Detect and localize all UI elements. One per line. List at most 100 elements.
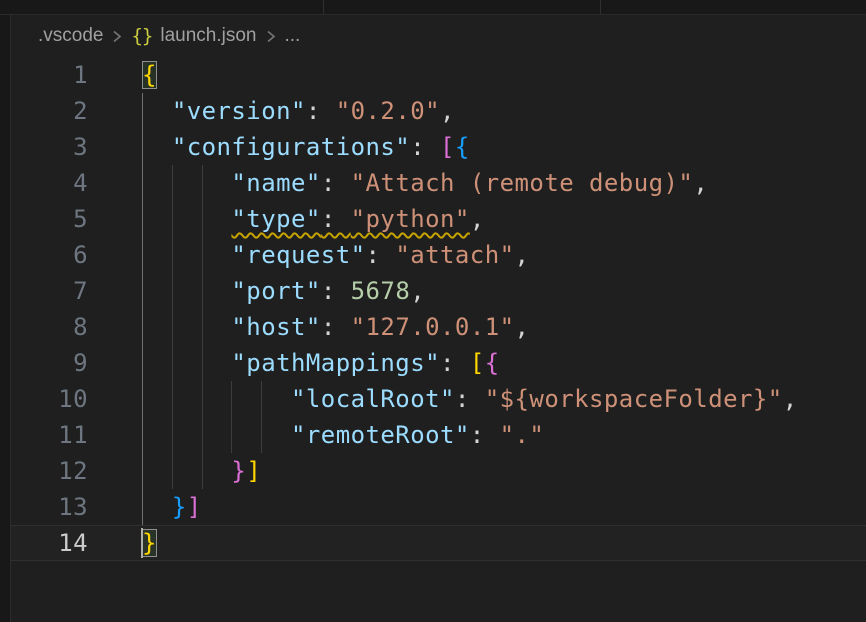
- code-token: [142, 421, 291, 449]
- code-token: "remoteRoot": [291, 421, 470, 449]
- code-token: {: [455, 133, 470, 161]
- code-token: [142, 205, 231, 233]
- code-token: [142, 457, 231, 485]
- code-text: "host": "127.0.0.1",: [142, 309, 529, 345]
- chevron-right-icon: [265, 28, 277, 45]
- code-token: }: [231, 457, 246, 485]
- code-text: }]: [142, 453, 261, 489]
- code-token: {: [142, 61, 157, 89]
- code-token: [142, 97, 172, 125]
- tab-separator: [600, 0, 601, 14]
- code-token: :: [321, 205, 351, 233]
- line-number[interactable]: 10: [10, 381, 88, 417]
- code-token: "name": [231, 169, 320, 197]
- line-number[interactable]: 1: [10, 57, 88, 93]
- code-token: :: [321, 277, 351, 305]
- code-token: "pathMappings": [231, 349, 440, 377]
- code-token: "port": [231, 277, 320, 305]
- code-token: "127.0.0.1": [351, 313, 515, 341]
- code-token: [142, 277, 231, 305]
- json-file-icon: {}: [131, 25, 152, 47]
- code-token: :: [440, 349, 470, 377]
- code-text: }]: [142, 489, 202, 525]
- code-editor[interactable]: 1{2 "version": "0.2.0",3 "configurations…: [0, 57, 866, 561]
- code-token: 5678: [351, 277, 411, 305]
- text-cursor: [141, 528, 143, 558]
- code-text: }: [142, 525, 157, 561]
- code-token: "attach": [395, 241, 514, 269]
- line-number[interactable]: 12: [10, 453, 88, 489]
- code-line[interactable]: 7 "port": 5678,: [0, 273, 866, 309]
- tab-separator: [323, 0, 324, 14]
- code-line[interactable]: 10 "localRoot": "${workspaceFolder}",: [0, 381, 866, 417]
- code-line[interactable]: 5 "type": "python",: [0, 201, 866, 237]
- line-number[interactable]: 4: [10, 165, 88, 201]
- code-token: [142, 133, 172, 161]
- line-number[interactable]: 2: [10, 93, 88, 129]
- code-token: [142, 385, 291, 413]
- line-number[interactable]: 13: [10, 489, 88, 525]
- code-token: {: [485, 349, 500, 377]
- breadcrumb-folder[interactable]: .vscode: [38, 25, 103, 47]
- breadcrumb-file[interactable]: launch.json: [160, 25, 256, 47]
- code-token: [142, 493, 172, 521]
- code-token: ,: [515, 313, 530, 341]
- code-line[interactable]: 14}: [0, 525, 866, 561]
- code-text: "type": "python",: [142, 201, 485, 237]
- code-token: :: [410, 133, 440, 161]
- code-token: ,: [410, 277, 425, 305]
- line-number[interactable]: 7: [10, 273, 88, 309]
- code-token: [142, 169, 231, 197]
- warning-squiggle: "type": "python": [231, 205, 469, 233]
- line-number[interactable]: 3: [10, 129, 88, 165]
- code-line[interactable]: 2 "version": "0.2.0",: [0, 93, 866, 129]
- code-line[interactable]: 13 }]: [0, 489, 866, 525]
- code-token: ,: [470, 205, 485, 233]
- line-number[interactable]: 5: [10, 201, 88, 237]
- code-token: [: [440, 133, 455, 161]
- code-token: }: [172, 493, 187, 521]
- code-token: :: [366, 241, 396, 269]
- code-token: "type": [231, 205, 320, 233]
- code-token: :: [321, 169, 351, 197]
- code-text: "name": "Attach (remote debug)",: [142, 165, 708, 201]
- code-token: ,: [440, 97, 455, 125]
- code-line[interactable]: 6 "request": "attach",: [0, 237, 866, 273]
- code-token: :: [455, 385, 485, 413]
- code-text: "version": "0.2.0",: [142, 93, 455, 129]
- code-token: "version": [172, 97, 306, 125]
- code-token: ,: [783, 385, 798, 413]
- chevron-right-icon: [111, 28, 123, 45]
- code-text: "pathMappings": [{: [142, 345, 500, 381]
- code-line[interactable]: 8 "host": "127.0.0.1",: [0, 309, 866, 345]
- code-token: "request": [231, 241, 365, 269]
- line-number[interactable]: 8: [10, 309, 88, 345]
- code-token: "localRoot": [291, 385, 455, 413]
- line-number[interactable]: 6: [10, 237, 88, 273]
- code-text: "localRoot": "${workspaceFolder}",: [142, 381, 798, 417]
- line-number[interactable]: 11: [10, 417, 88, 453]
- code-text: {: [142, 57, 157, 93]
- code-line[interactable]: 1{: [0, 57, 866, 93]
- code-token: ]: [246, 457, 261, 485]
- code-line[interactable]: 11 "remoteRoot": ".": [0, 417, 866, 453]
- code-text: "port": 5678,: [142, 273, 425, 309]
- code-token: [142, 349, 231, 377]
- code-token: "Attach (remote debug)": [351, 169, 694, 197]
- code-token: "${workspaceFolder}": [485, 385, 783, 413]
- code-line[interactable]: 3 "configurations": [{: [0, 129, 866, 165]
- code-token: ]: [187, 493, 202, 521]
- code-token: ".": [500, 421, 545, 449]
- code-line[interactable]: 12 }]: [0, 453, 866, 489]
- code-text: "configurations": [{: [142, 129, 470, 165]
- code-token: "configurations": [172, 133, 410, 161]
- code-token: :: [470, 421, 500, 449]
- code-token: ,: [693, 169, 708, 197]
- breadcrumb-symbol-more[interactable]: ...: [285, 25, 301, 47]
- code-line[interactable]: 4 "name": "Attach (remote debug)",: [0, 165, 866, 201]
- sidebar-edge: [0, 0, 11, 622]
- line-number[interactable]: 9: [10, 345, 88, 381]
- line-number[interactable]: 14: [10, 525, 88, 561]
- code-line[interactable]: 9 "pathMappings": [{: [0, 345, 866, 381]
- code-text: "remoteRoot": ".": [142, 417, 544, 453]
